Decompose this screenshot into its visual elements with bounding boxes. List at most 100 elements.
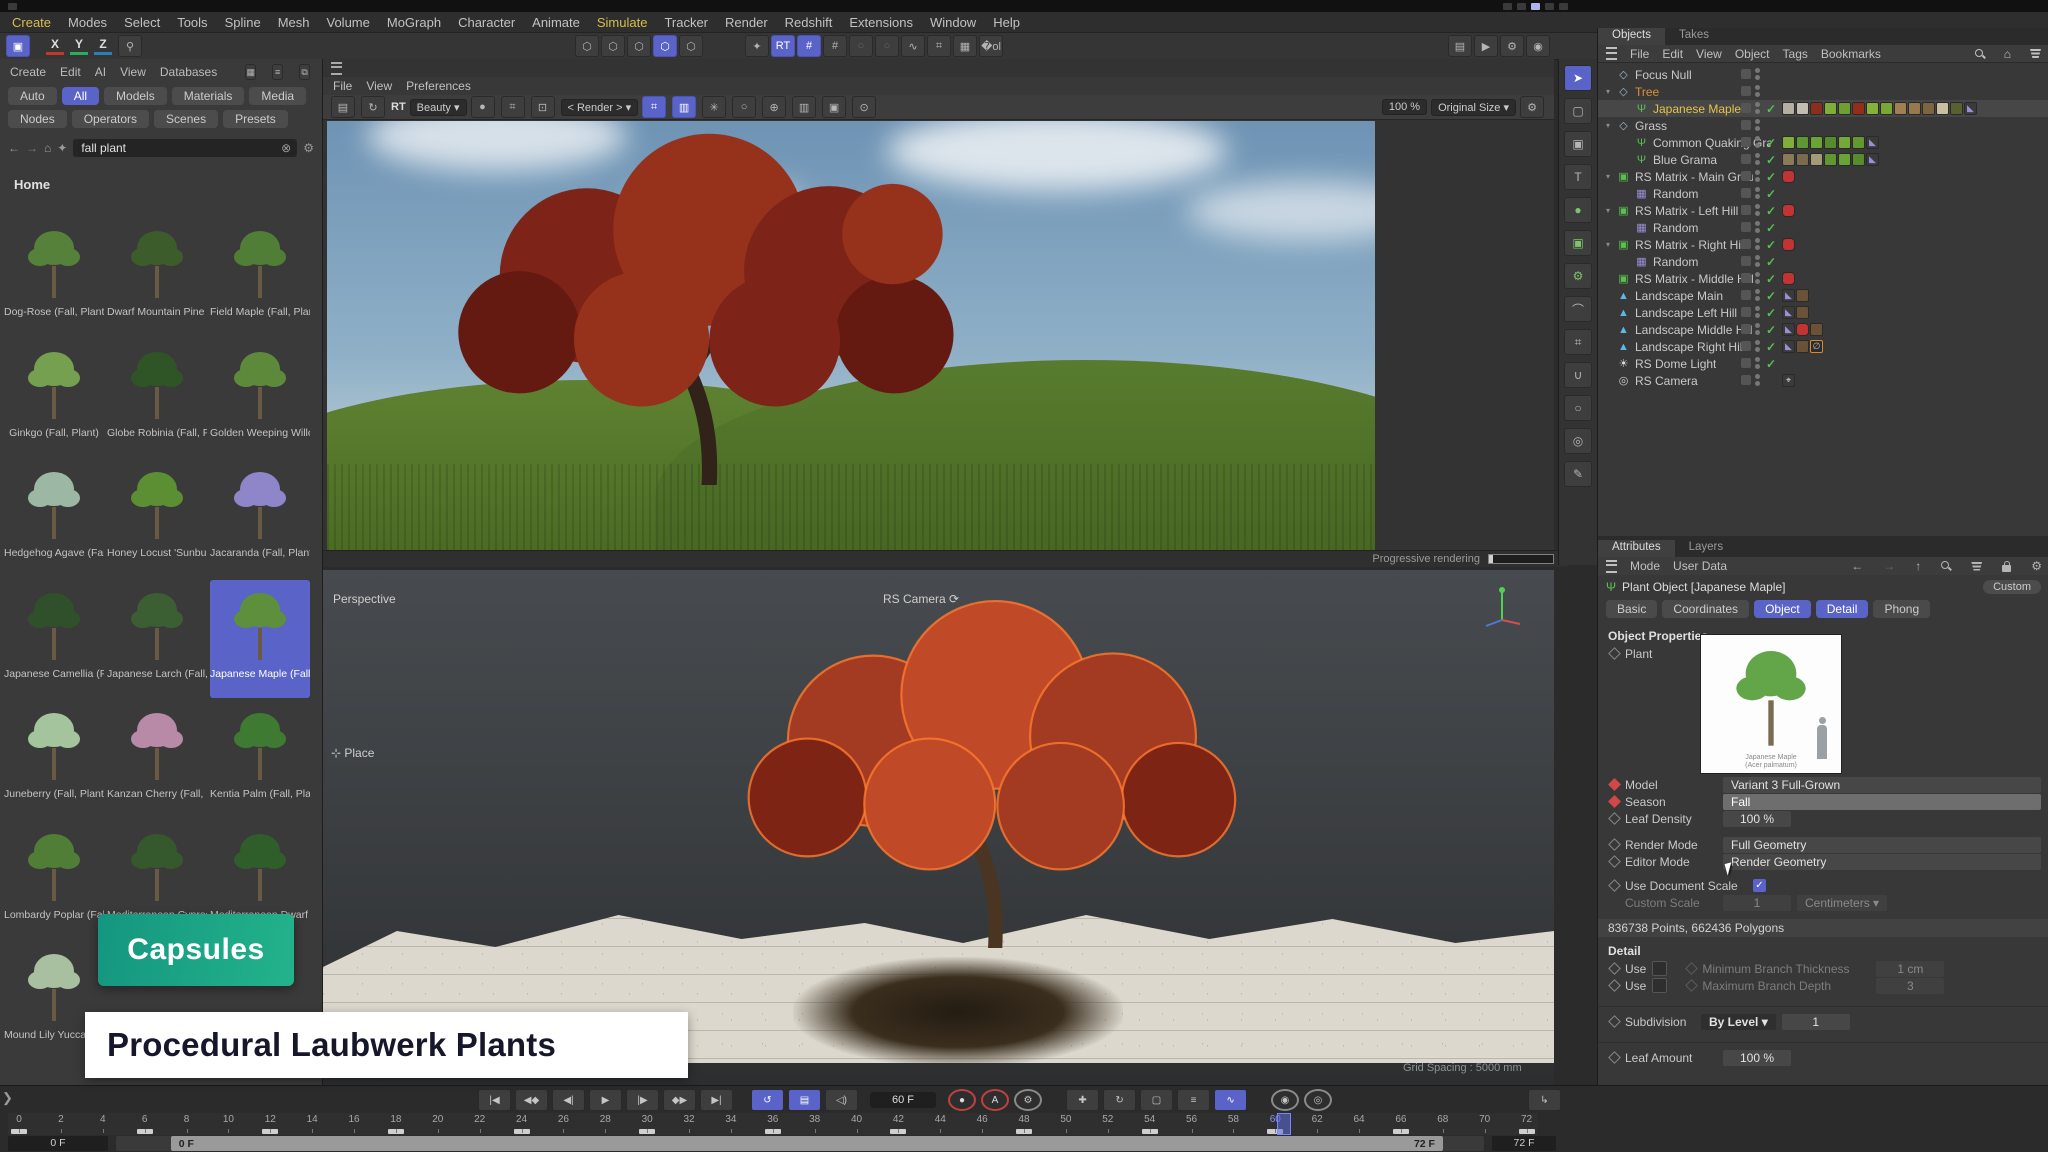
use-document-scale-checkbox[interactable]: ✓ (1753, 879, 1766, 892)
layer-toggle[interactable] (1741, 307, 1751, 317)
tool-icon[interactable]: ⬡ (653, 35, 677, 57)
menu-item[interactable]: Animate (532, 15, 580, 30)
object-tag-icon[interactable] (1950, 102, 1963, 115)
object-tree-row[interactable]: Ψ Common Quaking Grass ✓ ◣ (1598, 134, 2048, 151)
plant-asset-item[interactable]: Field Maple (Fall, Plant) (210, 218, 310, 336)
render-button-icon[interactable]: ▤ (1448, 35, 1472, 57)
object-tag-icon[interactable] (1782, 153, 1795, 166)
plant-asset-item[interactable]: Hedgehog Agave (Fall... (4, 459, 104, 577)
history-back-icon[interactable]: ← (1851, 559, 1863, 573)
custom-scale-unit-select[interactable]: Centimeters ▾ (1797, 895, 1887, 911)
enable-check-icon[interactable]: ✓ (1766, 238, 1776, 252)
panel-tab[interactable]: Attributes (1598, 540, 1675, 557)
frame-tick[interactable]: 10 (217, 1113, 239, 1135)
playback-toggle[interactable]: ↺ (751, 1089, 784, 1111)
enable-check-icon[interactable]: ✓ (1766, 272, 1776, 286)
menu-item[interactable]: Create (12, 15, 51, 30)
layer-toggle[interactable] (1741, 256, 1751, 266)
frame-tick[interactable]: 72 (1516, 1113, 1538, 1135)
enable-check-icon[interactable]: ✓ (1766, 323, 1776, 337)
playback-toggle[interactable]: ▤ (788, 1089, 821, 1111)
object-tag-icon[interactable] (1838, 102, 1851, 115)
menu-item[interactable]: Select (124, 15, 160, 30)
attribute-tab-pill[interactable]: Coordinates (1662, 600, 1749, 618)
object-name[interactable]: Landscape Main (1635, 289, 1723, 303)
object-tag-icon[interactable]: ⌖ (1782, 374, 1795, 387)
subdivision-mode-select[interactable]: By Level ▾ (1701, 1014, 1776, 1030)
diamond-icon[interactable] (1685, 962, 1698, 975)
frame-tick[interactable]: 58 (1222, 1113, 1244, 1135)
panel-menu-icon[interactable] (331, 62, 342, 75)
object-tag-icon[interactable] (1824, 136, 1837, 149)
object-tag-icon[interactable] (1782, 238, 1795, 251)
zoom-value[interactable]: 100 % (1382, 99, 1427, 115)
menu-item[interactable]: Simulate (597, 15, 648, 30)
enable-check-icon[interactable]: ✓ (1766, 306, 1776, 320)
frame-tick[interactable]: 12 (259, 1113, 281, 1135)
snap-tool-icon[interactable]: �ol (979, 35, 1003, 57)
diamond-icon[interactable] (1685, 979, 1698, 992)
key-diamond-icon[interactable] (1608, 647, 1621, 660)
object-name[interactable]: Japanese Maple (1653, 102, 1741, 116)
object-tree-row[interactable]: Ψ Blue Grama ✓ ◣ (1598, 151, 2048, 168)
render-menu-item[interactable]: File (333, 79, 352, 93)
object-menu-item[interactable]: View (1696, 47, 1722, 61)
view-grid-icon[interactable]: ▦ (245, 64, 256, 80)
frame-tick[interactable]: 14 (301, 1113, 323, 1135)
frame-tick[interactable]: 36 (762, 1113, 784, 1135)
object-tag-icon[interactable] (1908, 102, 1921, 115)
panel-tab[interactable]: Objects (1598, 28, 1665, 45)
object-tree-row[interactable]: ▦ Random ✓ (1598, 253, 2048, 270)
frame-tick[interactable]: 24 (511, 1113, 533, 1135)
layer-toggle[interactable] (1741, 103, 1751, 113)
object-tag-icon[interactable] (1796, 102, 1809, 115)
record-channel-toggle[interactable]: ≡ (1177, 1089, 1210, 1111)
layer-toggle[interactable] (1741, 154, 1751, 164)
custom-dropdown[interactable]: Custom (1983, 580, 2041, 594)
object-name[interactable]: RS Camera (1635, 374, 1698, 388)
enable-check-icon[interactable]: ✓ (1766, 255, 1776, 269)
compare-toggle-icon[interactable]: ▥ (672, 96, 696, 118)
ab-split-icon[interactable]: ▥ (792, 96, 816, 118)
frame-tick[interactable]: 22 (469, 1113, 491, 1135)
diamond-icon[interactable] (1608, 838, 1621, 851)
layers-tool-icon[interactable]: ▣ (1564, 131, 1592, 157)
snap-tool-icon[interactable]: # (797, 35, 821, 57)
filter-chip[interactable]: Presets (223, 110, 288, 128)
search-settings-icon[interactable]: ⚙ (303, 141, 314, 155)
object-tag-icon[interactable] (1810, 136, 1823, 149)
menu-item[interactable]: Render (725, 15, 768, 30)
object-tag-icon[interactable] (1824, 153, 1837, 166)
range-slider[interactable]: 0 F 72 F (171, 1136, 1443, 1151)
snap-tool-icon[interactable]: ○ (875, 35, 899, 57)
diamond-icon[interactable] (1608, 1051, 1621, 1064)
menu-item[interactable]: Help (993, 15, 1020, 30)
object-name[interactable]: Focus Null (1635, 68, 1692, 82)
visibility-dots[interactable] (1755, 85, 1760, 97)
filter-chip[interactable]: Models (104, 87, 167, 105)
enable-check-icon[interactable]: ✓ (1766, 153, 1776, 167)
object-name[interactable]: Common Quaking Grass (1653, 136, 1771, 150)
object-name[interactable]: Landscape Middle Hill (1635, 323, 1752, 337)
object-tag-icon[interactable] (1838, 136, 1851, 149)
object-tag-icon[interactable] (1852, 136, 1865, 149)
frame-tick[interactable]: 68 (1432, 1113, 1454, 1135)
object-name[interactable]: RS Matrix - Right Hill (1635, 238, 1746, 252)
home-icon[interactable]: ⌂ (44, 141, 51, 155)
object-tree-row[interactable]: ▲ Landscape Main ✓ ◣ (1598, 287, 2048, 304)
frame-tick[interactable]: 8 (176, 1113, 198, 1135)
layout-icon[interactable] (1545, 3, 1554, 10)
transport-button[interactable]: ◆▶ (663, 1089, 696, 1111)
model-select[interactable]: Variant 3 Full-Grown (1723, 777, 2041, 793)
object-tree-row[interactable]: ▦ Random ✓ (1598, 185, 2048, 202)
visibility-dots[interactable] (1755, 340, 1760, 352)
layer-toggle[interactable] (1741, 375, 1751, 385)
object-tag-icon[interactable] (1852, 153, 1865, 166)
plant-asset-item[interactable]: Japanese Maple (Fall, ... (210, 580, 310, 698)
enable-check-icon[interactable]: ✓ (1766, 187, 1776, 201)
object-name[interactable]: Landscape Right Hill (1635, 340, 1745, 354)
lock-icon[interactable] (2002, 565, 2011, 572)
snap-tool-icon[interactable]: ⌗ (927, 35, 951, 57)
menu-item[interactable]: Mesh (278, 15, 310, 30)
render-menu-item[interactable]: View (366, 79, 392, 93)
